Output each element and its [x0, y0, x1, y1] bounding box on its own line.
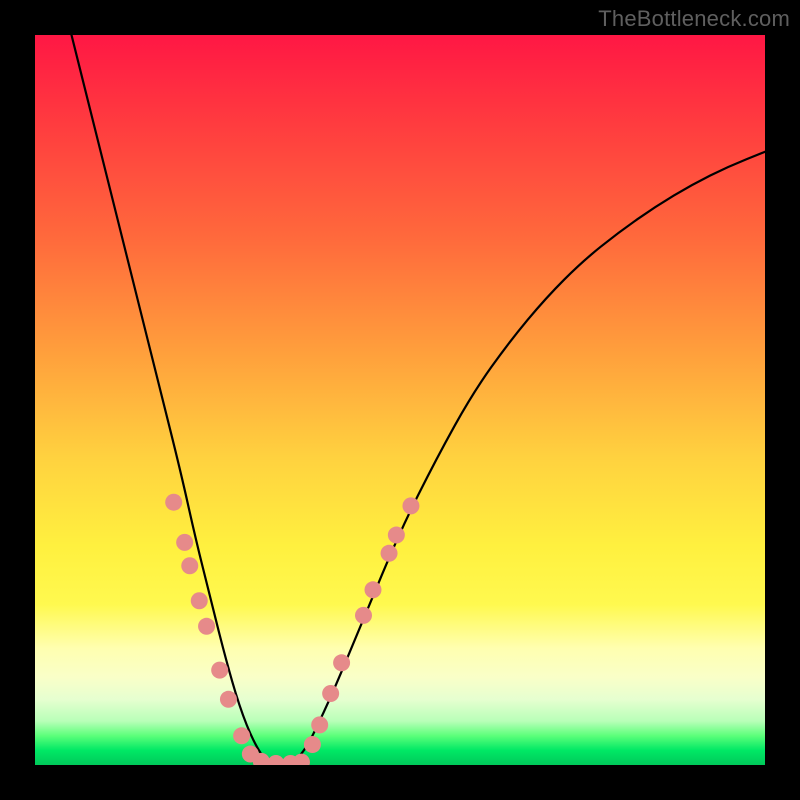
- chart-frame: TheBottleneck.com: [0, 0, 800, 800]
- curve-marker: [322, 685, 339, 702]
- curve-marker: [304, 736, 321, 753]
- curve-marker: [311, 716, 328, 733]
- curve-marker: [333, 654, 350, 671]
- curve-marker: [191, 592, 208, 609]
- curve-marker: [211, 662, 228, 679]
- curve-marker: [220, 691, 237, 708]
- curve-marker: [165, 494, 182, 511]
- curve-marker: [364, 581, 381, 598]
- curve-marker: [176, 534, 193, 551]
- bottleneck-curve: [72, 35, 766, 765]
- curve-marker: [198, 618, 215, 635]
- curve-marker: [388, 527, 405, 544]
- curve-marker: [402, 497, 419, 514]
- curve-marker: [181, 557, 198, 574]
- curve-marker: [293, 754, 310, 765]
- curve-marker: [381, 545, 398, 562]
- chart-plot-area: [35, 35, 765, 765]
- watermark-text: TheBottleneck.com: [598, 6, 790, 32]
- curve-marker: [267, 755, 284, 765]
- curve-marker: [355, 607, 372, 624]
- curve-markers: [165, 494, 419, 765]
- curve-marker: [233, 727, 250, 744]
- chart-svg: [35, 35, 765, 765]
